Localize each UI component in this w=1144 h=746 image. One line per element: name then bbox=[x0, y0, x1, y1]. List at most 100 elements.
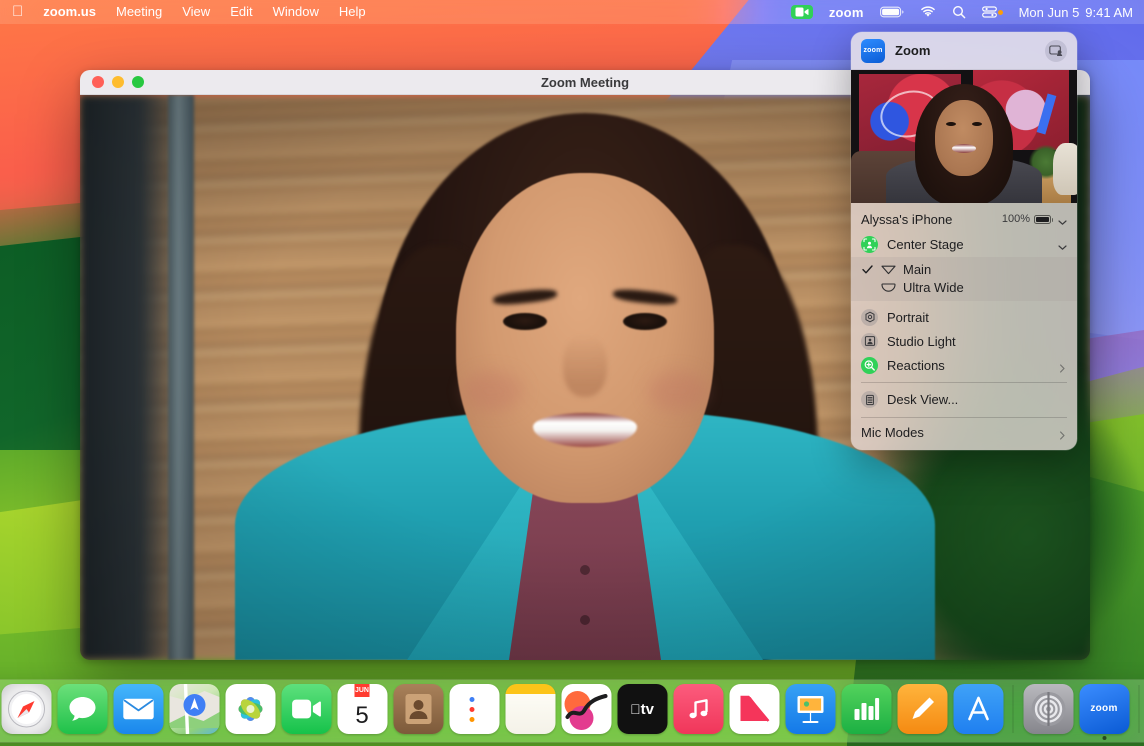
dock-item-keynote[interactable] bbox=[784, 684, 837, 740]
running-indicator-placeholder bbox=[696, 736, 700, 740]
dock-item-messages[interactable] bbox=[56, 684, 109, 740]
reminders-icon bbox=[449, 684, 499, 734]
battery-icon[interactable] bbox=[872, 6, 912, 18]
appletv-icon: tv bbox=[617, 684, 667, 734]
camera-icon bbox=[791, 5, 813, 19]
menu-item-meeting[interactable]: Meeting bbox=[106, 2, 172, 22]
running-indicator-placeholder bbox=[472, 736, 476, 740]
panel-header: zoom Zoom bbox=[851, 32, 1077, 70]
portrait-label: Portrait bbox=[887, 310, 1067, 325]
dock-item-zoom[interactable]: zoom bbox=[1078, 684, 1131, 740]
desk-view-row[interactable]: Desk View... bbox=[851, 388, 1077, 412]
camera-preview bbox=[851, 70, 1077, 203]
menu-item-edit[interactable]: Edit bbox=[220, 2, 262, 22]
running-indicator-placeholder bbox=[752, 736, 756, 740]
zoom-app-icon-label: zoom bbox=[863, 47, 882, 54]
lens-submenu: Main Ultra Wide bbox=[851, 257, 1077, 301]
dock-item-facetime[interactable] bbox=[280, 684, 333, 740]
dock-separator bbox=[1013, 685, 1014, 733]
running-indicator-placeholder bbox=[136, 736, 140, 740]
desk-view-label: Desk View... bbox=[887, 392, 1067, 407]
chevron-right-icon[interactable] bbox=[1058, 361, 1067, 370]
effect-row-reactions[interactable]: Reactions bbox=[851, 353, 1077, 377]
appstore-icon bbox=[953, 684, 1003, 734]
search-icon[interactable] bbox=[944, 5, 974, 19]
lens-option-ultrawide[interactable]: Ultra Wide bbox=[851, 278, 1077, 296]
running-indicator-placeholder bbox=[192, 736, 196, 740]
running-indicator-placeholder bbox=[360, 736, 364, 740]
numbers-icon bbox=[841, 684, 891, 734]
checkmark-icon bbox=[861, 265, 874, 274]
panel-app-name: Zoom bbox=[895, 43, 1035, 58]
maps-icon bbox=[169, 684, 219, 734]
center-stage-label: Center Stage bbox=[887, 237, 1049, 252]
dock-item-calendar[interactable]: JUN 5 bbox=[336, 684, 389, 740]
running-indicator-placeholder bbox=[864, 736, 868, 740]
menubar-zoom-label[interactable]: zoom bbox=[821, 5, 872, 20]
mic-modes-label: Mic Modes bbox=[861, 425, 1049, 440]
device-battery: 100% bbox=[1002, 213, 1051, 225]
dock-item-contacts[interactable] bbox=[392, 684, 445, 740]
calendar-month: JUN bbox=[355, 684, 369, 697]
menu-item-window[interactable]: Window bbox=[263, 2, 329, 22]
dock-separator-2 bbox=[1139, 685, 1140, 733]
device-row[interactable]: Alyssa's iPhone 100% bbox=[851, 206, 1077, 232]
chevron-down-icon[interactable] bbox=[1058, 215, 1067, 224]
appletv-label: tv bbox=[641, 702, 654, 717]
dock-item-safari[interactable] bbox=[0, 684, 53, 740]
stocks-icon bbox=[561, 684, 611, 734]
lens-ultrawide-label: Ultra Wide bbox=[903, 280, 964, 295]
dock-item-news[interactable] bbox=[728, 684, 781, 740]
lens-option-main[interactable]: Main bbox=[851, 260, 1077, 278]
pages-icon bbox=[897, 684, 947, 734]
menu-app-name[interactable]: zoom.us bbox=[33, 2, 106, 22]
zoom-app-icon: zoom bbox=[861, 39, 885, 63]
menu-item-view[interactable]: View bbox=[172, 2, 220, 22]
settings-icon bbox=[1023, 684, 1073, 734]
running-indicator-placeholder bbox=[808, 736, 812, 740]
dock-item-maps[interactable] bbox=[168, 684, 221, 740]
messages-icon bbox=[57, 684, 107, 734]
menubar-date[interactable]: Mon Jun 5 bbox=[1011, 5, 1080, 20]
control-center-icon[interactable] bbox=[974, 6, 1011, 18]
menu-item-help[interactable]: Help bbox=[329, 2, 376, 22]
center-stage-row[interactable]: Center Stage bbox=[851, 232, 1077, 257]
dock-item-mail[interactable] bbox=[112, 684, 165, 740]
running-indicator-placeholder bbox=[416, 736, 420, 740]
running-indicator-placeholder bbox=[640, 736, 644, 740]
facetime-icon bbox=[281, 684, 331, 734]
dock-item-system-settings[interactable] bbox=[1022, 684, 1075, 740]
news-icon bbox=[729, 684, 779, 734]
dock-item-music[interactable] bbox=[672, 684, 725, 740]
panel-divider-2 bbox=[861, 417, 1067, 418]
chevron-right-icon[interactable] bbox=[1058, 428, 1067, 437]
dock-item-notes[interactable] bbox=[504, 684, 557, 740]
reactions-icon bbox=[861, 357, 878, 374]
camera-in-use-indicator[interactable] bbox=[783, 5, 821, 19]
wifi-icon[interactable] bbox=[912, 6, 944, 18]
dock-item-reminders[interactable] bbox=[448, 684, 501, 740]
screen-share-icon[interactable] bbox=[1045, 40, 1067, 62]
reactions-label: Reactions bbox=[887, 358, 1049, 373]
dock-item-appstore[interactable] bbox=[952, 684, 1005, 740]
chevron-down-icon[interactable] bbox=[1058, 240, 1067, 249]
device-name: Alyssa's iPhone bbox=[861, 212, 1002, 227]
dock-item-numbers[interactable] bbox=[840, 684, 893, 740]
effect-row-portrait[interactable]: Portrait bbox=[851, 305, 1077, 329]
zoom-dock-label: zoom bbox=[1090, 704, 1117, 714]
dock-item-appletv[interactable]: tv bbox=[616, 684, 669, 740]
running-indicator-placeholder bbox=[976, 736, 980, 740]
apple-logo-icon[interactable]:  bbox=[8, 4, 33, 20]
effect-row-studio-light[interactable]: Studio Light bbox=[851, 329, 1077, 353]
center-stage-icon bbox=[861, 236, 878, 253]
mic-modes-row[interactable]: Mic Modes bbox=[851, 422, 1077, 446]
music-icon bbox=[673, 684, 723, 734]
lens-main-icon bbox=[881, 262, 896, 277]
dock-item-photos[interactable] bbox=[224, 684, 277, 740]
menubar-time[interactable]: 9:41 AM bbox=[1079, 5, 1133, 20]
zoom-icon: zoom bbox=[1079, 684, 1129, 734]
dock-item-stocks[interactable] bbox=[560, 684, 613, 740]
dock-item-pages[interactable] bbox=[896, 684, 949, 740]
mail-icon bbox=[113, 684, 163, 734]
calendar-day: 5 bbox=[355, 697, 368, 734]
